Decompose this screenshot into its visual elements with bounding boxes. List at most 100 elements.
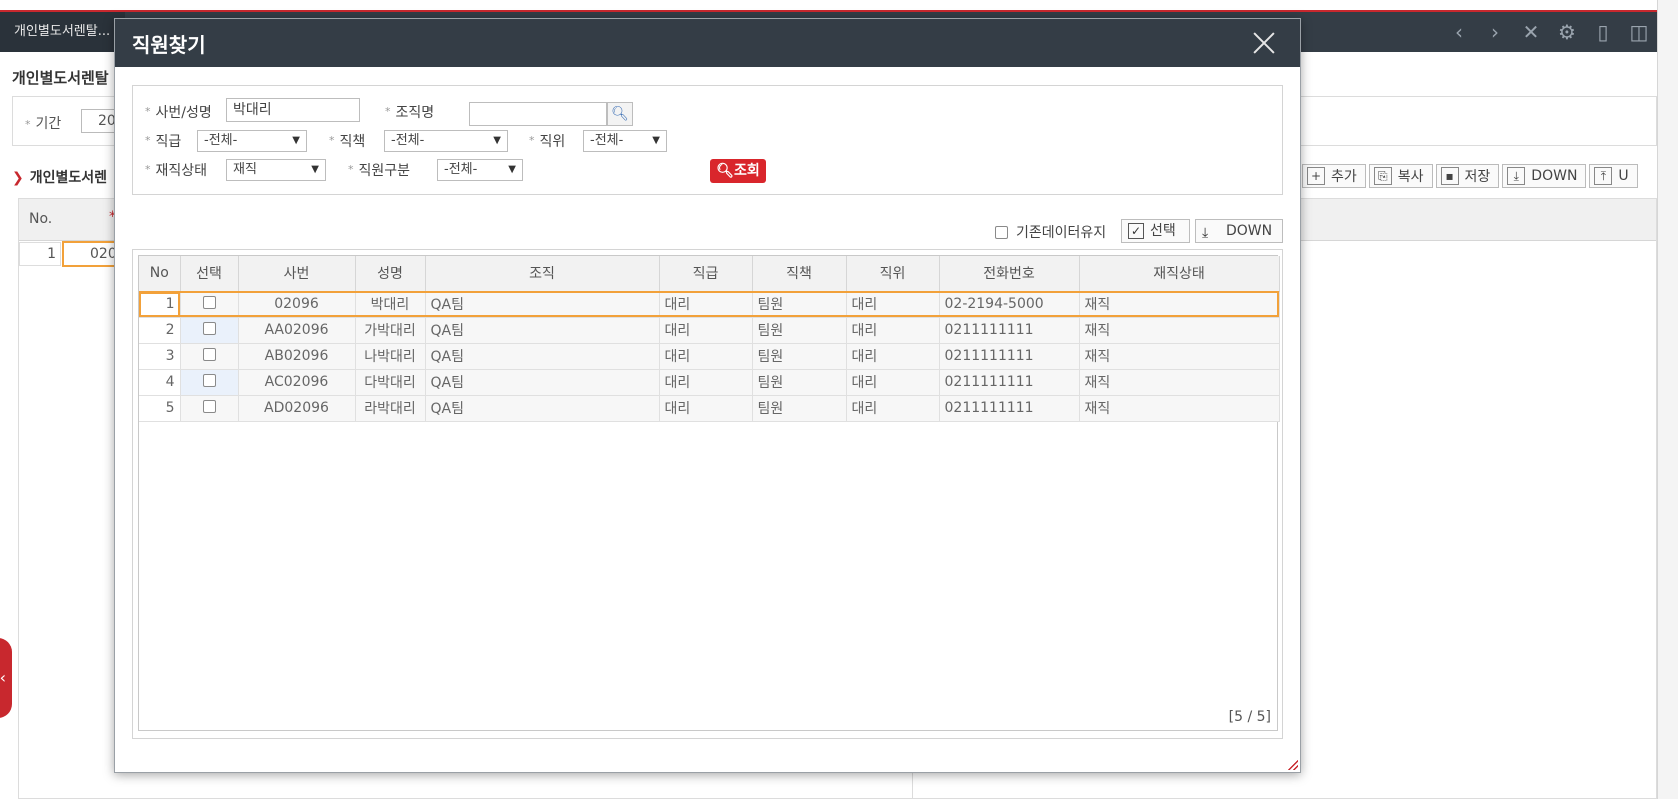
- select-button[interactable]: ✓ 선택: [1121, 219, 1190, 243]
- cell-emp-id[interactable]: AD02096: [238, 395, 356, 422]
- table-row[interactable]: 1 02096 박대리 QA팀 대리 팀원 대리 02-2194-5000 재직: [139, 291, 1280, 318]
- next-icon[interactable]: ›: [1484, 20, 1506, 44]
- column-header-phone[interactable]: 전화번호: [939, 256, 1080, 292]
- cell-select[interactable]: [180, 343, 239, 370]
- cell-grade[interactable]: 대리: [659, 395, 753, 422]
- cell-duty[interactable]: 팀원: [752, 395, 847, 422]
- row-checkbox[interactable]: [202, 373, 216, 387]
- column-header-no[interactable]: No: [139, 256, 181, 292]
- cell-phone[interactable]: 0211111111: [939, 395, 1080, 422]
- cell-no[interactable]: 1: [139, 291, 181, 318]
- cell-select[interactable]: [180, 291, 239, 318]
- cell-status[interactable]: 재직: [1079, 291, 1280, 318]
- cell-select[interactable]: [180, 395, 239, 422]
- cell-org[interactable]: QA팀: [425, 343, 660, 370]
- save-button[interactable]: ▪ 저장: [1435, 164, 1500, 188]
- type-select[interactable]: -전체- ▼: [437, 159, 523, 181]
- copy-button[interactable]: ⎘ 복사: [1368, 164, 1433, 188]
- cell-emp-id[interactable]: AC02096: [238, 369, 356, 396]
- column-header-name[interactable]: 성명: [355, 256, 426, 292]
- upload-button[interactable]: ⤒ U: [1589, 164, 1638, 188]
- org-search-button[interactable]: 🔍︎: [607, 102, 633, 126]
- duty-select[interactable]: -전체- ▼: [384, 130, 508, 152]
- cell-status[interactable]: 재직: [1079, 369, 1280, 396]
- app-tab[interactable]: 개인별도서렌탈...: [0, 12, 125, 52]
- add-button[interactable]: + 추가: [1302, 164, 1366, 188]
- grade-select[interactable]: -전체- ▼: [197, 130, 307, 152]
- cell-status[interactable]: 재직: [1079, 317, 1280, 344]
- cell-status[interactable]: 재직: [1079, 343, 1280, 370]
- cell-position[interactable]: 대리: [846, 369, 940, 396]
- cell-name[interactable]: 가박대리: [355, 317, 426, 344]
- row-checkbox[interactable]: [202, 321, 216, 335]
- cell-position[interactable]: 대리: [846, 343, 940, 370]
- column-header-org[interactable]: 조직: [425, 256, 660, 292]
- side-panel-toggle[interactable]: ‹: [0, 638, 12, 718]
- cell-select[interactable]: [180, 317, 239, 344]
- cell-position[interactable]: 대리: [846, 395, 940, 422]
- status-select[interactable]: 재직 ▼: [226, 159, 326, 181]
- cell-org[interactable]: QA팀: [425, 317, 660, 344]
- main-grid-row-no[interactable]: 1: [19, 242, 61, 266]
- cell-duty[interactable]: 팀원: [752, 317, 847, 344]
- clipboard-icon[interactable]: ▯: [1592, 20, 1614, 44]
- org-input[interactable]: [469, 102, 607, 126]
- cell-grade[interactable]: 대리: [659, 317, 753, 344]
- cell-org[interactable]: QA팀: [425, 291, 660, 318]
- cell-phone[interactable]: 0211111111: [939, 343, 1080, 370]
- close-tab-icon[interactable]: ✕: [1520, 20, 1542, 44]
- cell-emp-id[interactable]: AB02096: [238, 343, 356, 370]
- cell-no[interactable]: 4: [139, 369, 181, 396]
- keep-data-checkbox[interactable]: [995, 225, 1008, 239]
- column-header-select[interactable]: 선택: [180, 256, 239, 292]
- column-header-duty[interactable]: 직책: [752, 256, 847, 292]
- resize-grip-icon[interactable]: [1288, 760, 1298, 770]
- cell-name[interactable]: 박대리: [355, 291, 426, 318]
- window-scrollbar[interactable]: [1657, 0, 1678, 799]
- column-header-position[interactable]: 직위: [846, 256, 940, 292]
- cell-position[interactable]: 대리: [846, 317, 940, 344]
- cell-phone[interactable]: 02-2194-5000: [939, 291, 1080, 318]
- column-header-grade[interactable]: 직급: [659, 256, 753, 292]
- cell-duty[interactable]: 팀원: [752, 343, 847, 370]
- row-checkbox[interactable]: [202, 295, 216, 309]
- cell-duty[interactable]: 팀원: [752, 369, 847, 396]
- position-select[interactable]: -전체- ▼: [583, 130, 667, 152]
- checkbox-checked-icon: ✓: [1128, 223, 1144, 239]
- layout-icon[interactable]: ◫: [1628, 20, 1650, 44]
- cell-no[interactable]: 5: [139, 395, 181, 422]
- cell-status[interactable]: 재직: [1079, 395, 1280, 422]
- cell-phone[interactable]: 0211111111: [939, 369, 1080, 396]
- cell-name[interactable]: 나박대리: [355, 343, 426, 370]
- query-button[interactable]: 🔍︎조회: [710, 159, 766, 183]
- cell-name[interactable]: 다박대리: [355, 369, 426, 396]
- cell-position[interactable]: 대리: [846, 291, 940, 318]
- dialog-download-button[interactable]: ⤓ DOWN: [1195, 219, 1283, 243]
- cell-no[interactable]: 2: [139, 317, 181, 344]
- cell-emp-id[interactable]: AA02096: [238, 317, 356, 344]
- row-checkbox[interactable]: [202, 347, 216, 361]
- cell-select[interactable]: [180, 369, 239, 396]
- table-row[interactable]: 4 AC02096 다박대리 QA팀 대리 팀원 대리 0211111111 재…: [139, 369, 1280, 396]
- column-header-status[interactable]: 재직상태: [1079, 256, 1280, 292]
- cell-grade[interactable]: 대리: [659, 291, 753, 318]
- download-button[interactable]: ⤓ DOWN: [1502, 164, 1587, 188]
- cell-org[interactable]: QA팀: [425, 369, 660, 396]
- table-row[interactable]: 2 AA02096 가박대리 QA팀 대리 팀원 대리 0211111111 재…: [139, 317, 1280, 344]
- column-header-emp-id[interactable]: 사번: [238, 256, 356, 292]
- cell-emp-id[interactable]: 02096: [238, 291, 356, 318]
- emp-input[interactable]: 박대리: [226, 98, 360, 122]
- cell-duty[interactable]: 팀원: [752, 291, 847, 318]
- table-row[interactable]: 5 AD02096 라박대리 QA팀 대리 팀원 대리 0211111111 재…: [139, 395, 1280, 422]
- row-checkbox[interactable]: [202, 399, 216, 413]
- cell-grade[interactable]: 대리: [659, 369, 753, 396]
- prev-icon[interactable]: ‹: [1448, 20, 1470, 44]
- cell-no[interactable]: 3: [139, 343, 181, 370]
- cell-grade[interactable]: 대리: [659, 343, 753, 370]
- cell-org[interactable]: QA팀: [425, 395, 660, 422]
- close-icon[interactable]: [1252, 31, 1276, 55]
- cell-phone[interactable]: 0211111111: [939, 317, 1080, 344]
- gear-icon[interactable]: ⚙: [1556, 20, 1578, 44]
- cell-name[interactable]: 라박대리: [355, 395, 426, 422]
- table-row[interactable]: 3 AB02096 나박대리 QA팀 대리 팀원 대리 0211111111 재…: [139, 343, 1280, 370]
